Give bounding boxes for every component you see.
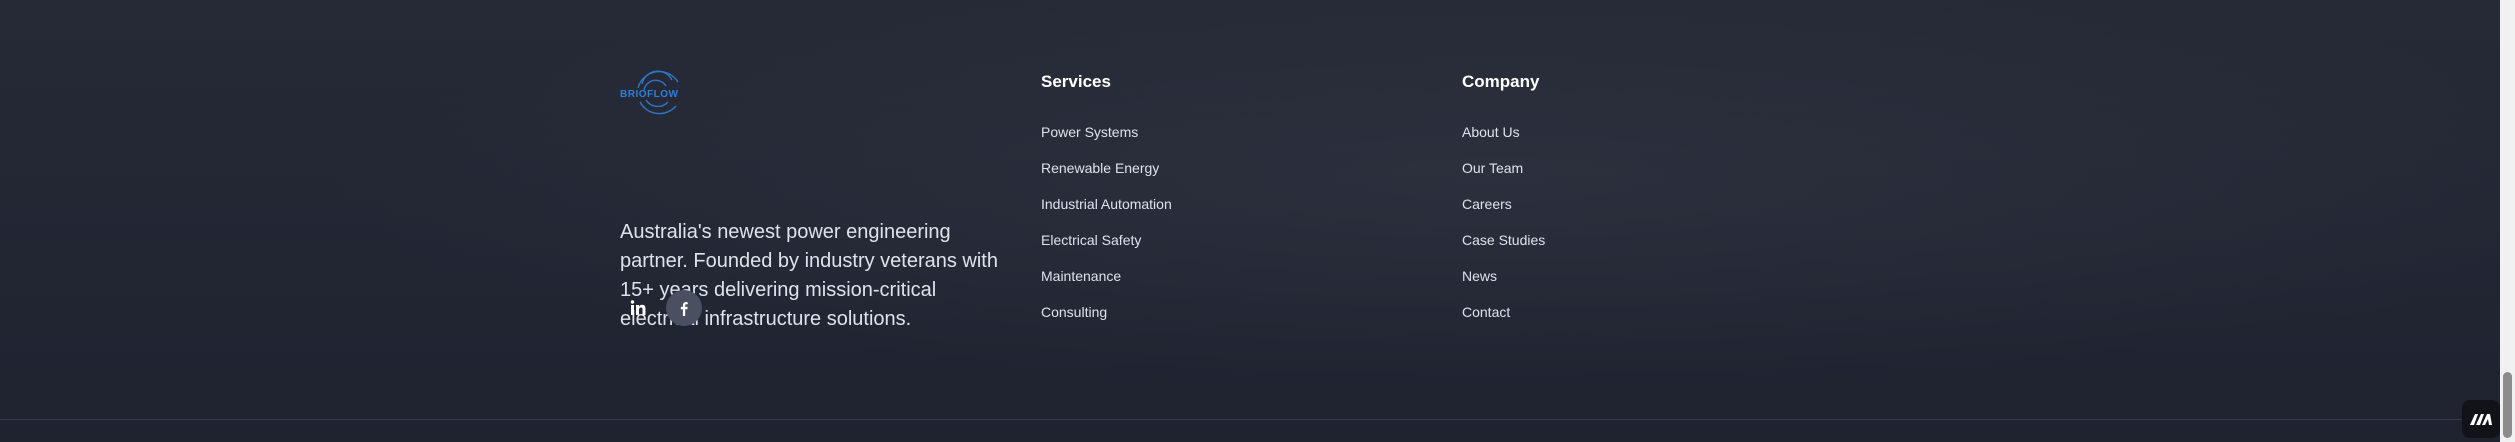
page-scrollbar[interactable] <box>2500 0 2515 442</box>
company-link-news[interactable]: News <box>1462 268 1497 284</box>
company-link-about-us[interactable]: About Us <box>1462 124 1520 140</box>
company-link-careers[interactable]: Careers <box>1462 196 1512 212</box>
facebook-button[interactable] <box>666 290 702 326</box>
list-item: Contact <box>1462 302 1545 338</box>
linkedin-button[interactable] <box>620 290 656 326</box>
services-link-consulting[interactable]: Consulting <box>1041 304 1107 320</box>
list-item: Our Team <box>1462 158 1545 194</box>
services-link-electrical-safety[interactable]: Electrical Safety <box>1041 232 1141 248</box>
facebook-icon <box>680 302 688 316</box>
list-item: Consulting <box>1041 302 1172 338</box>
services-link-renewable-energy[interactable]: Renewable Energy <box>1041 160 1159 176</box>
made-with-icon <box>2470 414 2492 425</box>
list-item: Renewable Energy <box>1041 158 1172 194</box>
list-item: About Us <box>1462 122 1545 158</box>
scrollbar-thumb[interactable] <box>2503 372 2512 438</box>
services-link-power-systems[interactable]: Power Systems <box>1041 124 1138 140</box>
social-links <box>620 290 702 326</box>
list-item: Careers <box>1462 194 1545 230</box>
company-link-contact[interactable]: Contact <box>1462 304 1510 320</box>
services-column: Services Power Systems Renewable Energy … <box>1041 72 1172 338</box>
list-item: Industrial Automation <box>1041 194 1172 230</box>
list-item: News <box>1462 266 1545 302</box>
company-heading: Company <box>1462 72 1540 91</box>
list-item: Electrical Safety <box>1041 230 1172 266</box>
linkedin-icon <box>630 300 646 315</box>
list-item: Maintenance <box>1041 266 1172 302</box>
footer-background <box>0 0 2500 442</box>
made-with-badge[interactable] <box>2462 400 2500 438</box>
logo-wordmark: BRIOFLOW <box>620 89 678 100</box>
company-links: About Us Our Team Careers Case Studies N… <box>1462 122 1545 338</box>
list-item: Case Studies <box>1462 230 1545 266</box>
services-link-maintenance[interactable]: Maintenance <box>1041 268 1121 284</box>
company-column: Company About Us Our Team Careers Case S… <box>1462 72 1545 338</box>
footer-divider <box>0 419 2500 420</box>
footer-brand: BRIOFLOW Australia's newest power engine… <box>620 66 1000 330</box>
company-link-our-team[interactable]: Our Team <box>1462 160 1523 176</box>
list-item: Power Systems <box>1041 122 1172 158</box>
brioflow-logo[interactable]: BRIOFLOW <box>620 66 690 118</box>
company-link-case-studies[interactable]: Case Studies <box>1462 232 1545 248</box>
services-link-industrial-automation[interactable]: Industrial Automation <box>1041 196 1172 212</box>
services-links: Power Systems Renewable Energy Industria… <box>1041 122 1172 338</box>
services-heading: Services <box>1041 72 1111 91</box>
